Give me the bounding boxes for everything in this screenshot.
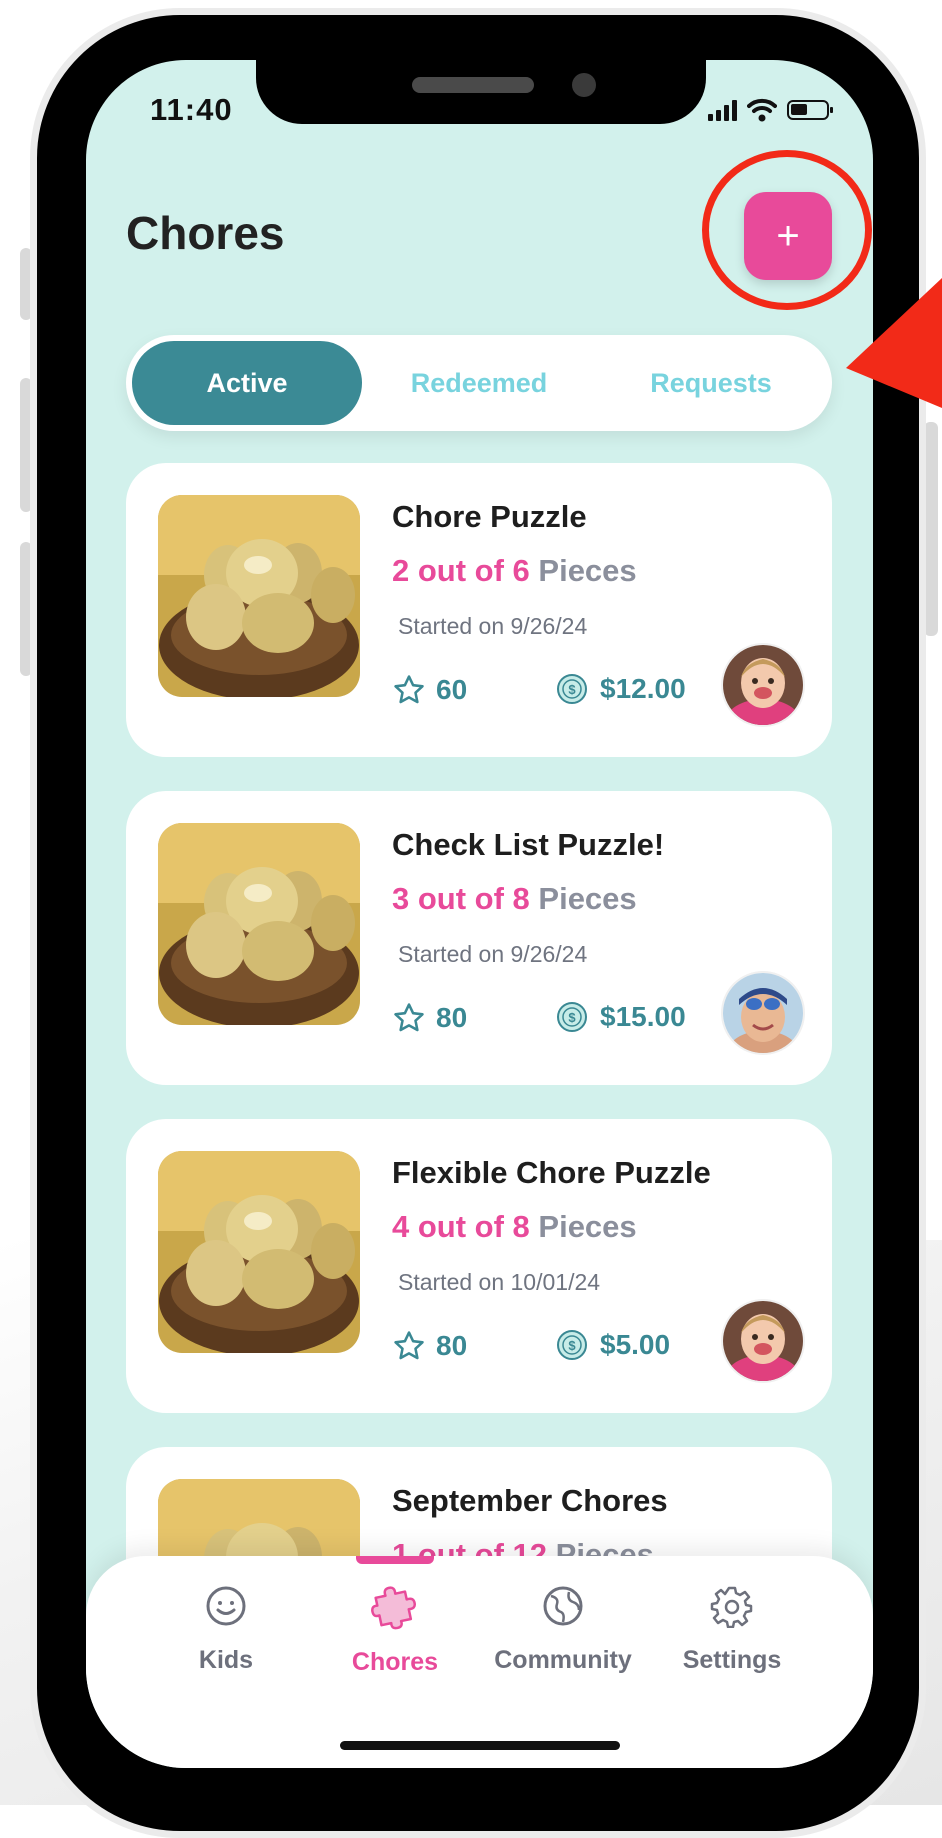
money-reward: $ $15.00 [556,1001,686,1033]
started-date: Started on 9/26/24 [398,941,588,967]
money-value: $12.00 [600,673,686,704]
golden-eggs-image [158,1151,360,1353]
phone-power-button [924,422,938,636]
star-icon [394,675,424,704]
nav-label: Chores [351,1648,439,1676]
page-title: Chores [126,207,285,259]
dollar-coin-icon: $ [557,1002,587,1032]
chore-title: Flexible Chore Puzzle [392,1155,711,1190]
bottom-nav: Kids Chores Community Settings [86,1556,873,1768]
stars-value: 60 [436,674,468,705]
star-icon [394,1331,424,1360]
globe-icon [543,1586,583,1626]
pieces-count: 4 out of 8 [392,1209,530,1244]
tab-bar: Active Redeemed Requests [126,335,832,431]
svg-text:$: $ [568,1010,576,1025]
nav-community[interactable]: Community [478,1584,648,1675]
speaker-grill [412,77,534,93]
pieces-count: 3 out of 8 [392,881,530,916]
tab-active[interactable]: Active [132,341,362,425]
tab-redeemed[interactable]: Redeemed [364,341,594,425]
nav-kids[interactable]: Kids [141,1584,311,1675]
girl-avatar [721,1299,805,1383]
svg-text:$: $ [568,1338,576,1353]
pieces-label: Pieces [538,881,637,916]
stars-reward: 80 [392,1329,467,1363]
money-reward: $ $5.00 [556,1329,670,1361]
chore-progress: 3 out of 8 Pieces [392,881,637,917]
pointer-arrow-icon [846,278,942,408]
nav-chores[interactable]: Chores [310,1584,480,1677]
girl-avatar [721,643,805,727]
stars-reward: 80 [392,1001,467,1035]
smiley-icon [206,1586,246,1626]
stars-value: 80 [436,1330,468,1361]
puzzle-icon [371,1586,416,1630]
active-tab-indicator [356,1556,434,1564]
nav-settings[interactable]: Settings [647,1584,817,1675]
chore-title: September Chores [392,1483,668,1518]
status-time: 11:40 [150,92,233,127]
svg-text:$: $ [568,682,576,697]
nav-label: Kids [198,1646,254,1674]
phone-notch [256,60,706,124]
golden-eggs-image [158,823,360,1025]
boy-avatar [721,971,805,1055]
tab-requests[interactable]: Requests [596,341,826,425]
stars-value: 80 [436,1002,468,1033]
gear-icon [710,1586,753,1628]
chore-progress: 2 out of 6 Pieces [392,553,637,589]
chore-card[interactable]: Flexible Chore Puzzle 4 out of 8 Pieces … [126,1119,832,1413]
cellular-signal-icon [708,99,737,121]
dollar-coin-icon: $ [557,674,587,704]
stars-reward: 60 [392,673,467,707]
chore-card[interactable]: Chore Puzzle 2 out of 6 Pieces Started o… [126,463,832,757]
money-value: $15.00 [600,1001,686,1032]
nav-label: Community [494,1646,632,1674]
front-camera [572,73,596,97]
chore-progress: 4 out of 8 Pieces [392,1209,637,1245]
chore-title: Check List Puzzle! [392,827,665,862]
battery-icon [787,100,833,120]
pieces-label: Pieces [538,553,637,588]
golden-eggs-image [158,495,360,697]
pieces-label: Pieces [538,1209,637,1244]
nav-label: Settings [682,1646,782,1674]
app-screen: 11:40 Chores + Active Redeemed Requests [86,60,873,1768]
star-icon [394,1003,424,1032]
chore-card[interactable]: Check List Puzzle! 3 out of 8 Pieces Sta… [126,791,832,1085]
money-value: $5.00 [600,1329,671,1360]
started-date: Started on 10/01/24 [398,1269,601,1295]
chore-title: Chore Puzzle [392,499,587,534]
started-date: Started on 9/26/24 [398,613,588,639]
money-reward: $ $12.00 [556,673,686,705]
status-icons [708,98,833,122]
pieces-count: 2 out of 6 [392,553,530,588]
wifi-icon [747,98,777,122]
home-indicator [340,1741,620,1750]
dollar-coin-icon: $ [557,1330,587,1360]
